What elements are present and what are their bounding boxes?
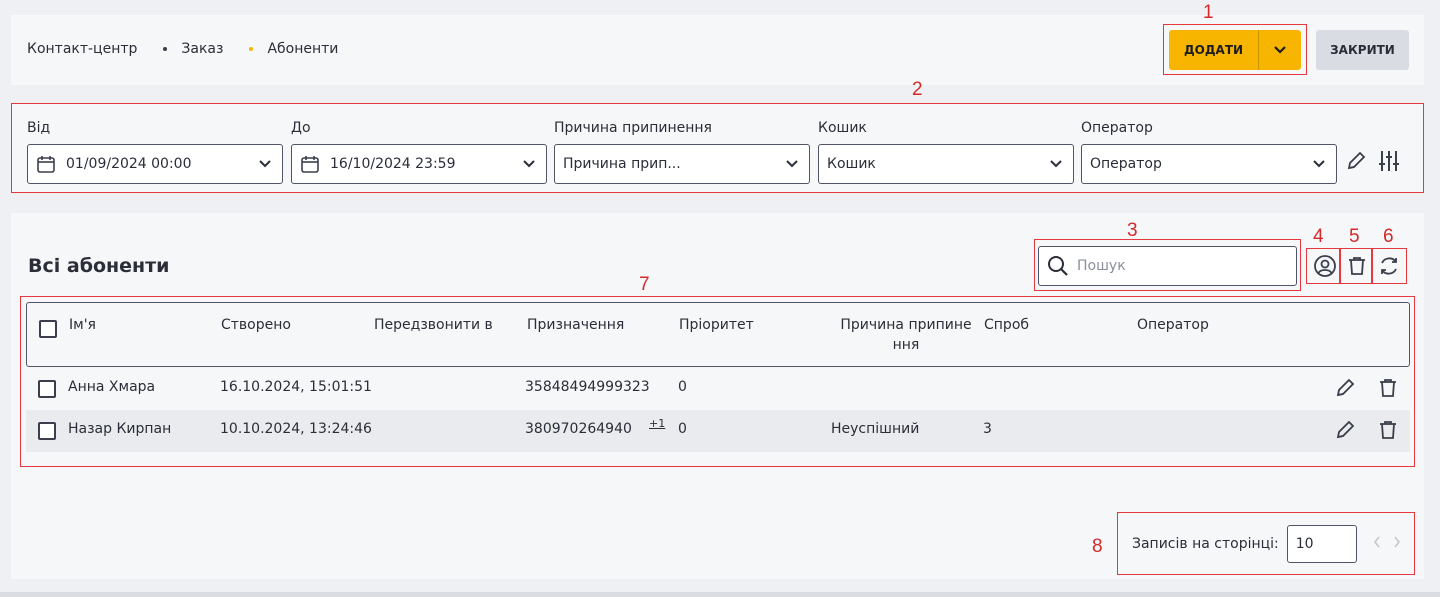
annotation-number-7: 7 — [639, 274, 650, 295]
breadcrumb-item-contact-center[interactable]: Контакт-центр — [27, 41, 137, 57]
footer-strip — [0, 592, 1440, 597]
close-button[interactable]: ЗАКРИТИ — [1316, 30, 1409, 70]
breadcrumb-item-subscribers: Абоненти — [267, 41, 339, 57]
annotation-box-3 — [1034, 239, 1301, 291]
annotation-number-5: 5 — [1349, 226, 1360, 247]
annotation-box-7 — [20, 296, 1415, 467]
breadcrumb-separator — [163, 47, 168, 51]
annotation-number-2: 2 — [912, 79, 923, 100]
annotation-box-4 — [1306, 248, 1340, 284]
annotation-number-1: 1 — [1203, 2, 1214, 23]
annotation-box-2 — [11, 103, 1424, 193]
annotation-box-5 — [1340, 248, 1372, 284]
annotation-box-1 — [1163, 24, 1307, 75]
annotation-number-3: 3 — [1127, 220, 1138, 241]
annotation-box-6 — [1372, 248, 1407, 284]
annotation-box-8 — [1117, 512, 1415, 575]
annotation-number-6: 6 — [1383, 226, 1394, 247]
breadcrumb: Контакт-центр Заказ Абоненти — [27, 41, 338, 57]
breadcrumb-separator-active — [249, 47, 254, 51]
annotation-number-4: 4 — [1313, 226, 1324, 247]
breadcrumb-item-order[interactable]: Заказ — [181, 41, 223, 57]
annotation-number-8: 8 — [1092, 536, 1103, 557]
page-title: Всі абоненти — [28, 255, 170, 277]
